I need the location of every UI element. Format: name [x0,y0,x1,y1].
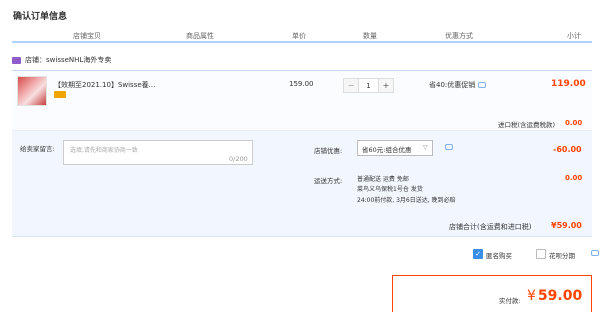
shipping-label: 运送方式: [314,177,343,185]
promo-text: 省40:优惠促销 [429,81,476,89]
coupon-label: 店铺优惠: [314,147,343,155]
order-confirm-page: 确认订单信息 店铺宝贝 商品属性 单价 数量 优惠方式 小计 店铺：swisse… [0,0,600,312]
quantity-increase-button[interactable]: + [378,78,394,93]
page-title: 确认订单信息 [13,12,68,22]
shipping-eta: 24:00前付款, 3月6日送达, 晚到必赔 [357,197,456,204]
product-name[interactable]: 【效期至2021.10】Swisse養... [54,80,155,90]
quantity-input[interactable]: 1 [359,78,378,93]
col-header-attributes: 商品属性 [186,32,214,40]
huabei-checkbox[interactable] [536,249,546,259]
anonymous-label[interactable]: 匿名购买 [486,250,512,260]
col-header-discount: 优惠方式 [445,32,473,40]
product-thumbnail[interactable] [17,76,47,106]
item-subtotal: 119.00 [551,79,586,89]
chat-icon[interactable] [445,144,453,150]
payment-label: 实付款: [499,297,521,305]
shipping-value: 0.00 [565,174,583,182]
payment-amount: 59.00 [537,288,583,304]
coupon-select[interactable]: 省60元:组合优惠 [357,140,433,156]
shop-row: 店铺：swisseNHL海外专卖 [12,55,111,65]
quantity-decrease-button[interactable]: − [343,78,359,93]
col-header-price: 单价 [292,32,306,40]
chat-icon[interactable] [478,82,487,88]
coupon-value: -60.00 [553,145,582,154]
message-placeholder: 选填,请先和商家协商一致 [70,147,138,154]
shop-name[interactable]: 店铺：swisseNHL海外专卖 [25,55,111,65]
header-divider [12,41,592,43]
shop-total-value: ¥59.00 [551,221,582,230]
chat-icon[interactable] [591,250,599,256]
huabei-label[interactable]: 花呗分期 [549,250,575,260]
promo-info: 省40:优惠促销 [429,80,487,90]
import-tax-label: 进口税(含运费税款) [498,121,556,129]
payment-total: ¥59.00 [527,288,582,304]
col-header-quantity: 数量 [363,32,377,40]
message-char-count: 0/200 [229,155,248,163]
bonded-badge-icon [54,91,66,98]
col-header-subtotal: 小计 [567,32,581,40]
shipping-method: 普通配送 运费 免邮 [357,176,409,183]
currency-symbol: ¥ [527,288,536,304]
anonymous-checkbox[interactable]: ✓ [473,249,483,259]
import-tax-value: 0.00 [565,119,583,127]
shop-icon [12,56,21,64]
shipping-warehouse: 菜鸟义乌保税1号仓 发货 [357,186,423,193]
message-label: 给卖家留言: [20,145,55,153]
chevron-down-icon[interactable]: ▽ [423,144,428,151]
col-header-items: 店铺宝贝 [73,32,101,40]
shop-total-label: 店铺合计(含运费和进口税) [449,223,532,231]
quantity-stepper: − 1 + [343,78,394,93]
unit-price: 159.00 [289,80,314,88]
